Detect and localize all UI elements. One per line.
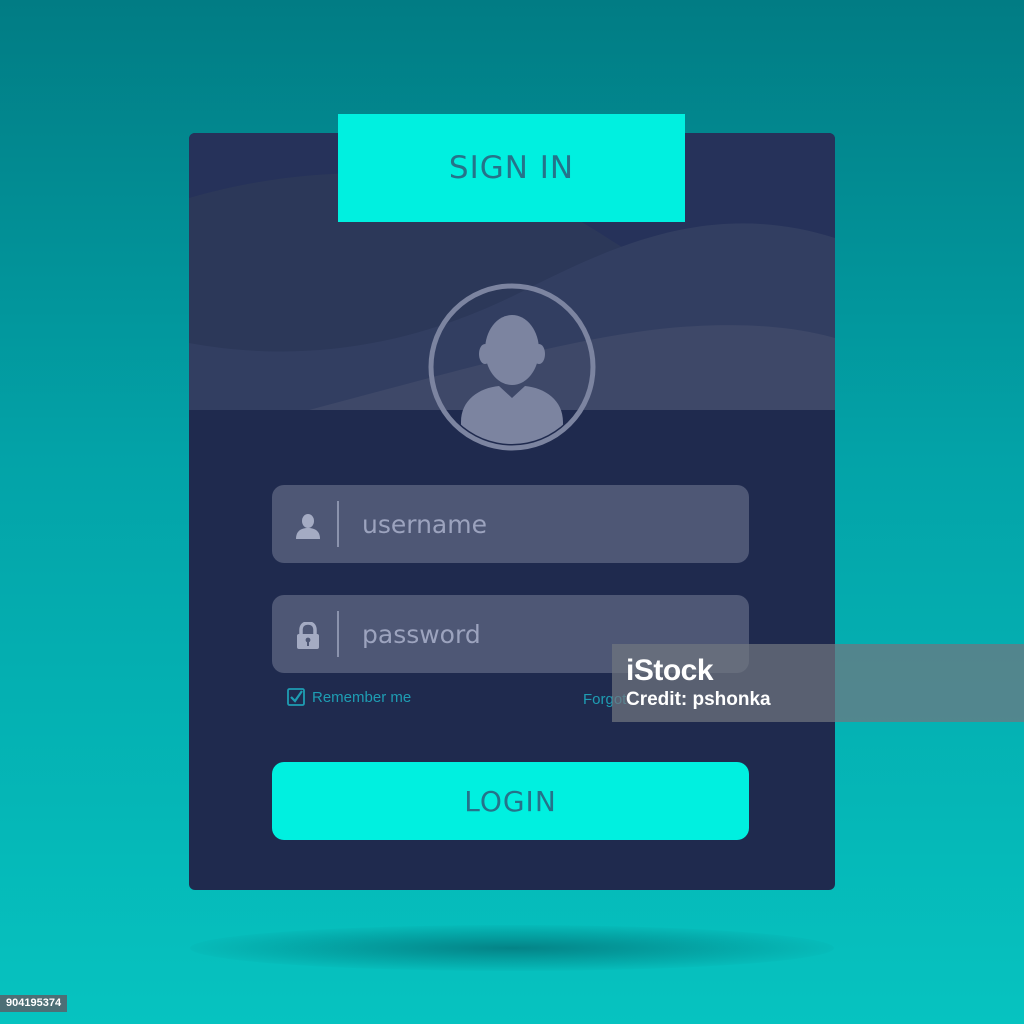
- watermark-logo: iStock: [626, 654, 714, 687]
- username-field: [272, 485, 749, 563]
- user-avatar-icon: [428, 283, 596, 451]
- sign-in-tab[interactable]: SIGN IN: [338, 114, 685, 222]
- remember-me-checkbox[interactable]: Remember me: [287, 688, 411, 706]
- watermark-overlay: iStock Credit: pshonka: [612, 644, 1024, 722]
- username-input[interactable]: [352, 485, 732, 563]
- user-icon: [296, 514, 320, 539]
- remember-me-label: Remember me: [312, 688, 412, 706]
- username-divider: [337, 501, 339, 547]
- password-divider: [337, 611, 339, 657]
- checkbox-checked-icon[interactable]: [287, 688, 305, 706]
- card-shadow: [190, 925, 834, 971]
- login-button[interactable]: LOGIN: [272, 762, 749, 840]
- lock-icon: [297, 622, 319, 649]
- image-id-label: 904195374: [0, 995, 68, 1012]
- watermark-credit: Credit: pshonka: [626, 689, 771, 710]
